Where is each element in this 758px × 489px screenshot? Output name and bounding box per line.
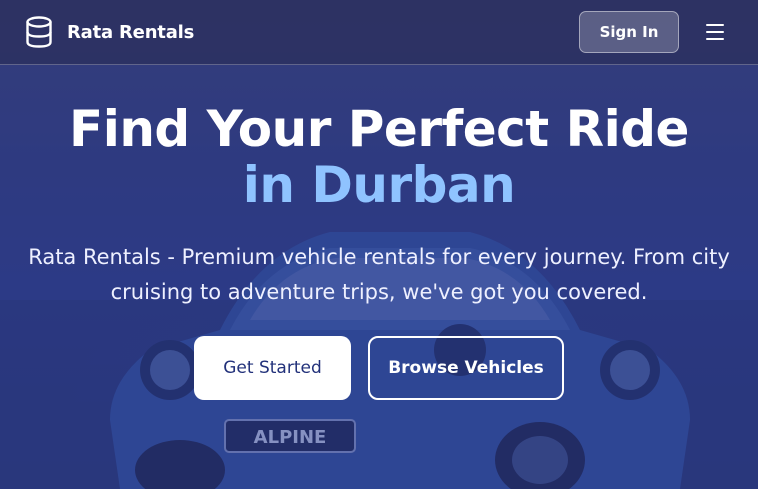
brand-logo-link[interactable]: Rata Rentals	[25, 16, 194, 48]
hero-subtitle: Rata Rentals - Premium vehicle rentals f…	[28, 245, 730, 304]
hamburger-menu-icon[interactable]	[706, 24, 724, 40]
database-icon	[26, 16, 52, 48]
hero-title-location: in Durban	[242, 156, 516, 214]
hero-title: Find Your Perfect Ride in Durban	[0, 97, 758, 217]
sign-in-button[interactable]: Sign In	[579, 11, 679, 53]
get-started-button[interactable]: Get Started	[194, 336, 351, 400]
top-navbar: Rata Rentals Sign In	[0, 0, 758, 65]
browse-vehicles-button[interactable]: Browse Vehicles	[368, 336, 564, 400]
hero-title-line1: Find Your Perfect Ride	[69, 100, 689, 158]
brand-name: Rata Rentals	[67, 21, 195, 43]
